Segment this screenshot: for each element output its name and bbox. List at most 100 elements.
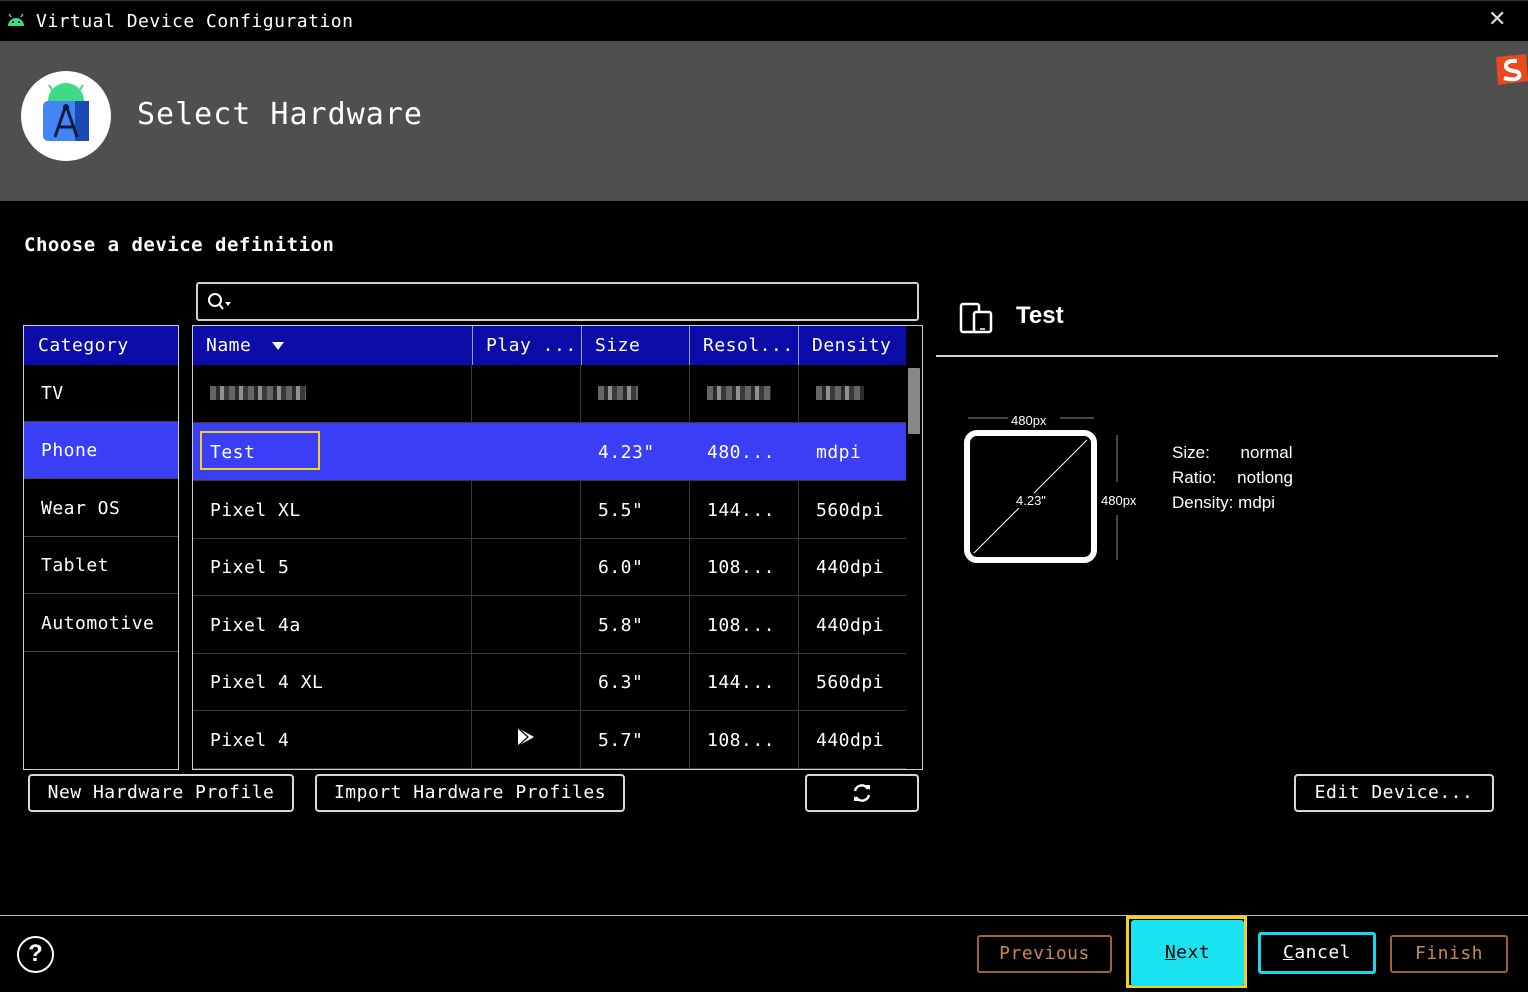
cell-name: Pixel 4a — [193, 596, 472, 653]
cell-play — [472, 423, 581, 480]
cancel-mnemonic: C — [1282, 942, 1295, 963]
screen-diagram: 480px 480px 4.23" — [960, 410, 1150, 580]
cell-density: 560dpi — [816, 500, 885, 521]
table-row[interactable]: Pixel XL 5.5" 144... 560dpi — [193, 481, 906, 539]
footer-divider — [0, 915, 1528, 916]
redacted-text — [210, 386, 306, 400]
cell-resolution: 144... — [690, 481, 799, 538]
search-icon[interactable] — [206, 292, 232, 312]
cell-play — [472, 653, 581, 710]
cell-size: 4.23" — [581, 423, 690, 480]
table-row[interactable]: Pixel 4a 5.8" 108... 440dpi — [193, 596, 906, 654]
cell-density: 560dpi — [816, 672, 885, 693]
column-header-density[interactable]: Density — [799, 326, 906, 365]
detail-divider — [936, 355, 1498, 357]
android-icon — [8, 13, 24, 26]
search-input[interactable] — [238, 288, 908, 315]
sort-down-icon — [271, 342, 284, 350]
cell-density: 440dpi — [816, 557, 885, 578]
category-item-phone[interactable]: Phone — [24, 422, 178, 479]
cell-resolution: 144... — [690, 653, 799, 710]
page-title: Select Hardware — [137, 97, 423, 132]
column-header-size[interactable]: Size — [582, 326, 690, 365]
section-title: Choose a device definition — [24, 234, 335, 256]
spec-density-label: Density: — [1172, 493, 1234, 512]
table-scrollbar-thumb[interactable] — [908, 368, 920, 434]
category-item-automotive[interactable]: Automotive — [24, 595, 178, 652]
selection-highlight-box — [200, 431, 320, 470]
cell-play — [472, 538, 581, 595]
window-title: Virtual Device Configuration — [36, 11, 354, 32]
cell-resolution: 480... — [690, 423, 799, 480]
wizard-header: Select Hardware — [0, 41, 1528, 201]
cell-resolution — [690, 365, 799, 422]
next-label: ext — [1176, 942, 1211, 963]
edit-device-button[interactable]: Edit Device... — [1294, 774, 1494, 812]
column-header-resolution[interactable]: Resol... — [690, 326, 799, 365]
redacted-text — [816, 386, 864, 400]
cell-resolution: 108... — [690, 711, 799, 768]
cell-name — [193, 365, 472, 422]
table-row[interactable]: Pixel 4 XL 6.3" 144... 560dpi — [193, 653, 906, 711]
cell-play — [472, 711, 581, 768]
spec-ratio-label: Ratio: — [1172, 468, 1217, 487]
height-label: 480px — [1101, 493, 1137, 508]
previous-button[interactable]: Previous — [977, 935, 1112, 973]
new-hardware-profile-button[interactable]: New Hardware Profile — [28, 774, 294, 812]
cell-size: 6.0" — [581, 538, 690, 595]
table-row[interactable] — [193, 365, 906, 423]
close-icon[interactable]: ✕ — [1488, 7, 1506, 32]
width-label: 480px — [1011, 413, 1047, 428]
title-bar: Virtual Device Configuration ✕ — [0, 0, 1528, 41]
table-header: Name Play ... Size Resol... Density — [193, 326, 906, 365]
spec-size-label: Size: — [1172, 443, 1210, 462]
spec-size-value: normal — [1240, 443, 1293, 462]
column-header-name[interactable]: Name — [193, 326, 473, 365]
category-header: Category — [24, 326, 178, 365]
cancel-button[interactable]: Cancel — [1258, 932, 1376, 974]
cell-name: Pixel 4 — [193, 711, 472, 768]
finish-button[interactable]: Finish — [1390, 935, 1508, 973]
cell-play — [472, 596, 581, 653]
column-header-play[interactable]: Play ... — [473, 326, 582, 365]
cell-play — [472, 365, 581, 422]
spec-density: Density: mdpi — [1172, 493, 1275, 513]
cell-size — [581, 365, 690, 422]
spec-size: Size: normal — [1172, 443, 1293, 463]
cell-size: 5.5" — [581, 481, 690, 538]
spec-ratio: Ratio: notlong — [1172, 468, 1293, 488]
import-hardware-profiles-button[interactable]: Import Hardware Profiles — [315, 774, 625, 812]
category-item-tv[interactable]: TV — [24, 365, 178, 422]
cell-name: Pixel 4 XL — [193, 653, 472, 710]
table-row[interactable]: Pixel 4 5.7" 108... 440dpi — [193, 711, 906, 769]
cell-resolution: 108... — [690, 538, 799, 595]
android-studio-icon — [43, 83, 89, 141]
cell-density: 440dpi — [816, 730, 885, 751]
category-item-wear-os[interactable]: Wear OS — [24, 480, 178, 537]
cell-density: mdpi — [816, 442, 862, 463]
cell-resolution: 108... — [690, 596, 799, 653]
play-store-icon — [517, 727, 534, 747]
refresh-button[interactable] — [805, 774, 919, 812]
refresh-icon — [853, 784, 871, 802]
redacted-text — [598, 386, 638, 400]
help-button[interactable]: ? — [17, 936, 54, 973]
cell-play — [472, 481, 581, 538]
cell-name: Pixel 5 — [193, 538, 472, 595]
cell-density — [799, 365, 906, 422]
category-item-tablet[interactable]: Tablet — [24, 537, 178, 594]
category-list: Category TV Phone Wear OS Tablet Automot… — [23, 325, 179, 770]
next-button[interactable]: Next — [1131, 920, 1244, 986]
sogou-ime-icon[interactable] — [1490, 51, 1528, 87]
android-studio-logo — [21, 71, 111, 161]
column-header-name-label: Name — [206, 335, 252, 356]
cell-name: Pixel XL — [193, 481, 472, 538]
spec-density-value: mdpi — [1238, 493, 1276, 512]
search-field[interactable] — [196, 282, 919, 321]
spec-ratio-value: notlong — [1237, 468, 1293, 487]
cell-size: 5.7" — [581, 711, 690, 768]
cancel-label: ancel — [1294, 942, 1352, 963]
cell-size: 6.3" — [581, 653, 690, 710]
table-row[interactable]: Pixel 5 6.0" 108... 440dpi — [193, 538, 906, 596]
redacted-text — [707, 386, 771, 400]
